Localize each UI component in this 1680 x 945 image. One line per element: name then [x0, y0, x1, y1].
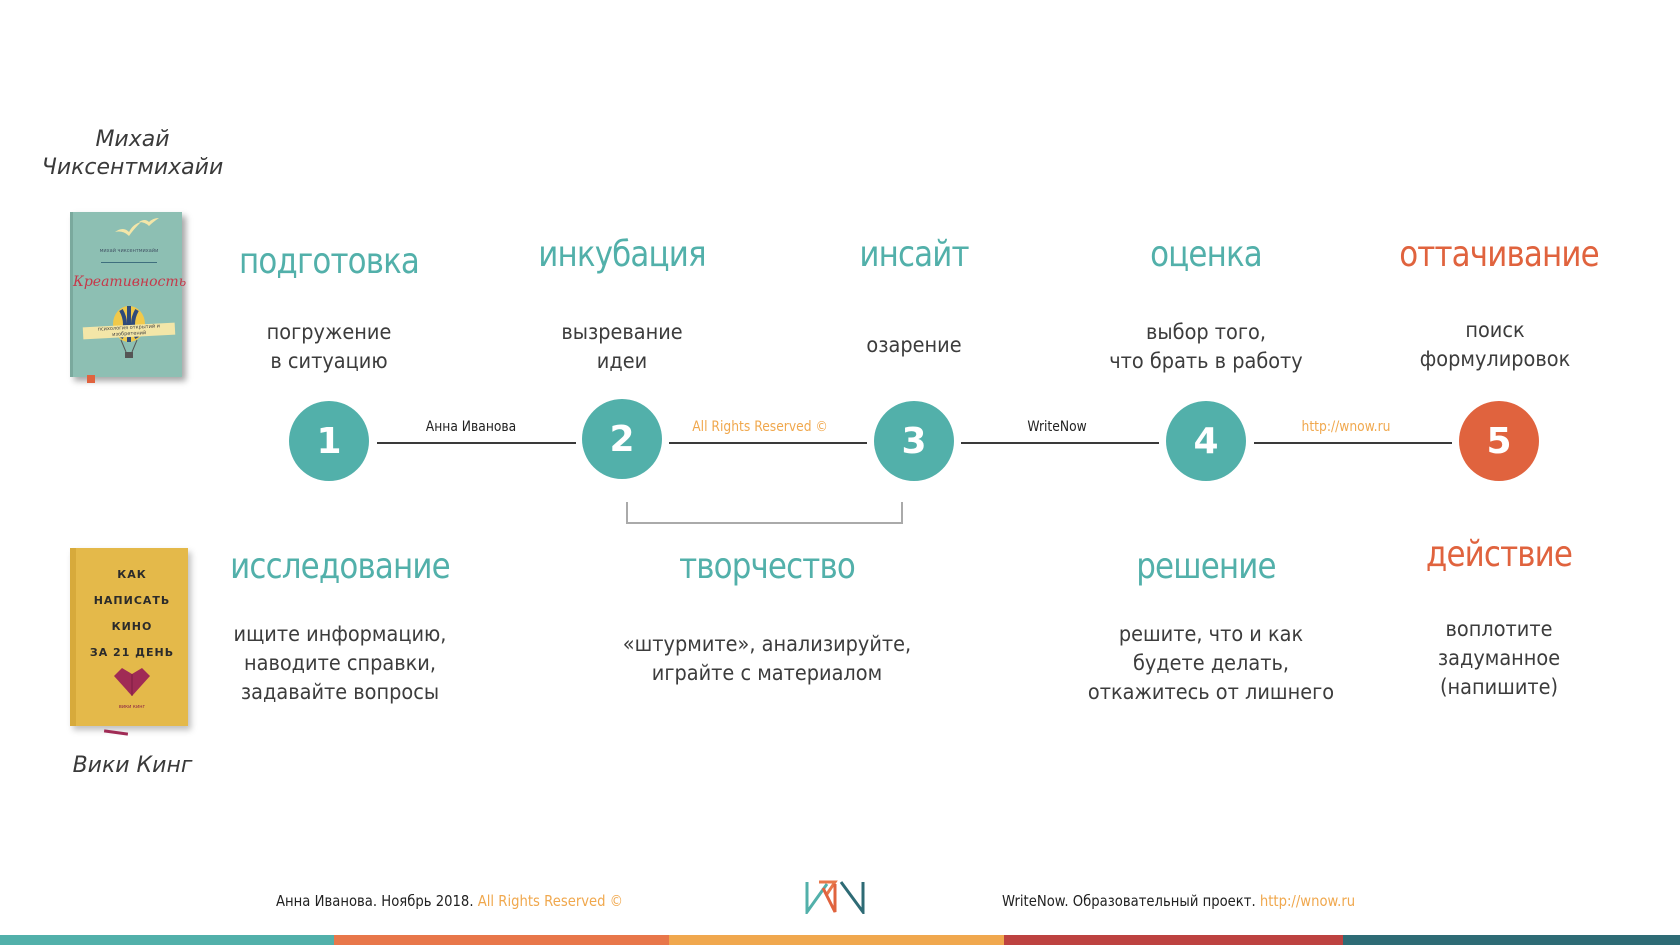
stage-title-decision: решение — [1136, 546, 1276, 587]
book-top-subtitle: психология открытий и изобретений — [82, 322, 176, 340]
stage-title-creativity: творчество — [679, 546, 856, 587]
footer-right: WriteNow. Образовательный проект. http:/… — [1002, 892, 1355, 910]
stage-title-elaboration: оттачивание — [1399, 234, 1599, 275]
book-bottom-author-small: вики кинг — [118, 704, 146, 710]
book-bottom-line3: КИНО — [111, 620, 153, 633]
stage-title-research: исследование — [230, 546, 451, 587]
stripe-teal — [0, 935, 334, 945]
stripe-orange — [334, 935, 669, 945]
book-cover-screenplay: КАК НАПИСАТЬ КИНО ЗА 21 ДЕНЬ вики кинг — [70, 548, 188, 736]
footer-left: Анна Иванова. Ноябрь 2018. All Rights Re… — [276, 892, 623, 910]
footer-project: WriteNow. Образовательный проект. — [1002, 892, 1256, 910]
stage-desc-creativity: «штурмите», анализируйте, играйте с мате… — [622, 632, 912, 685]
footer-url-link[interactable]: http://wnow.ru — [1260, 892, 1355, 910]
stage-desc-incubation: вызревание идеи — [561, 320, 683, 373]
book-cover-creativity: михай чиксентмихайи Креативность психоло… — [70, 212, 187, 383]
stage-desc-research: ищите информацию, наводите справки, зада… — [233, 622, 447, 704]
book-top-author-small: михай чиксентмихайи — [99, 248, 159, 254]
book-bottom-line4: ЗА 21 ДЕНЬ — [89, 646, 175, 659]
stage-desc-decision: решите, что и как будете делать, откажит… — [1087, 622, 1335, 704]
step-circle-2: 2 — [582, 399, 662, 479]
step-circle-3: 3 — [874, 401, 954, 481]
author-top: Михай Чиксентмихайи — [30, 126, 235, 182]
connector-3-4 — [961, 442, 1159, 444]
book-top-bookmark — [87, 375, 95, 383]
book-top-divider — [101, 262, 157, 263]
book-top-title: Креативность — [73, 274, 187, 290]
author-bottom: Вики Кинг — [72, 753, 193, 778]
step-circle-4: 4 — [1166, 401, 1246, 481]
birds-icon — [115, 218, 159, 236]
author-top-line2: Чиксентмихайи — [41, 155, 224, 180]
connector-label-rights: All Rights Reserved © — [692, 419, 828, 435]
connector-2-3 — [669, 442, 867, 444]
writenow-logo — [805, 880, 865, 914]
stripe-gold — [669, 935, 1004, 945]
connector-1-2 — [377, 442, 576, 444]
stage-title-evaluation: оценка — [1150, 234, 1263, 275]
step-circle-5: 5 — [1459, 401, 1539, 481]
connector-4-5 — [1254, 442, 1452, 444]
stage-title-insight: инсайт — [859, 234, 969, 275]
stage-desc-elaboration: поиск формулировок — [1419, 318, 1571, 371]
book-bottom-line2: НАПИСАТЬ — [93, 594, 171, 607]
connector-label-url: http://wnow.ru — [1301, 419, 1391, 435]
stage-desc-preparation: погружение в ситуацию — [266, 320, 392, 373]
stripe-dark-teal — [1343, 935, 1680, 945]
footer-rights: All Rights Reserved © — [477, 892, 623, 910]
stage-title-preparation: подготовка — [238, 241, 420, 282]
stripe-red — [1004, 935, 1343, 945]
bracket-creativity — [626, 502, 903, 524]
stage-title-incubation: инкубация — [538, 234, 706, 275]
stage-desc-insight: озарение — [866, 333, 962, 357]
stage-desc-action: воплотите задуманное (напишите) — [1437, 617, 1561, 699]
author-top-line1: Михай — [95, 127, 170, 152]
book-bottom-bookmark — [103, 729, 129, 736]
stage-desc-evaluation: выбор того, что брать в работу — [1109, 320, 1303, 373]
footer-author-date: Анна Иванова. Ноябрь 2018. — [276, 892, 474, 910]
book-bottom-line1: КАК — [117, 568, 147, 581]
stage-title-action: действие — [1425, 534, 1573, 575]
connector-label-author: Анна Иванова — [425, 419, 517, 435]
step-circle-1: 1 — [289, 401, 369, 481]
heart-icon — [114, 668, 150, 696]
connector-label-writenow: WriteNow — [1027, 419, 1087, 435]
